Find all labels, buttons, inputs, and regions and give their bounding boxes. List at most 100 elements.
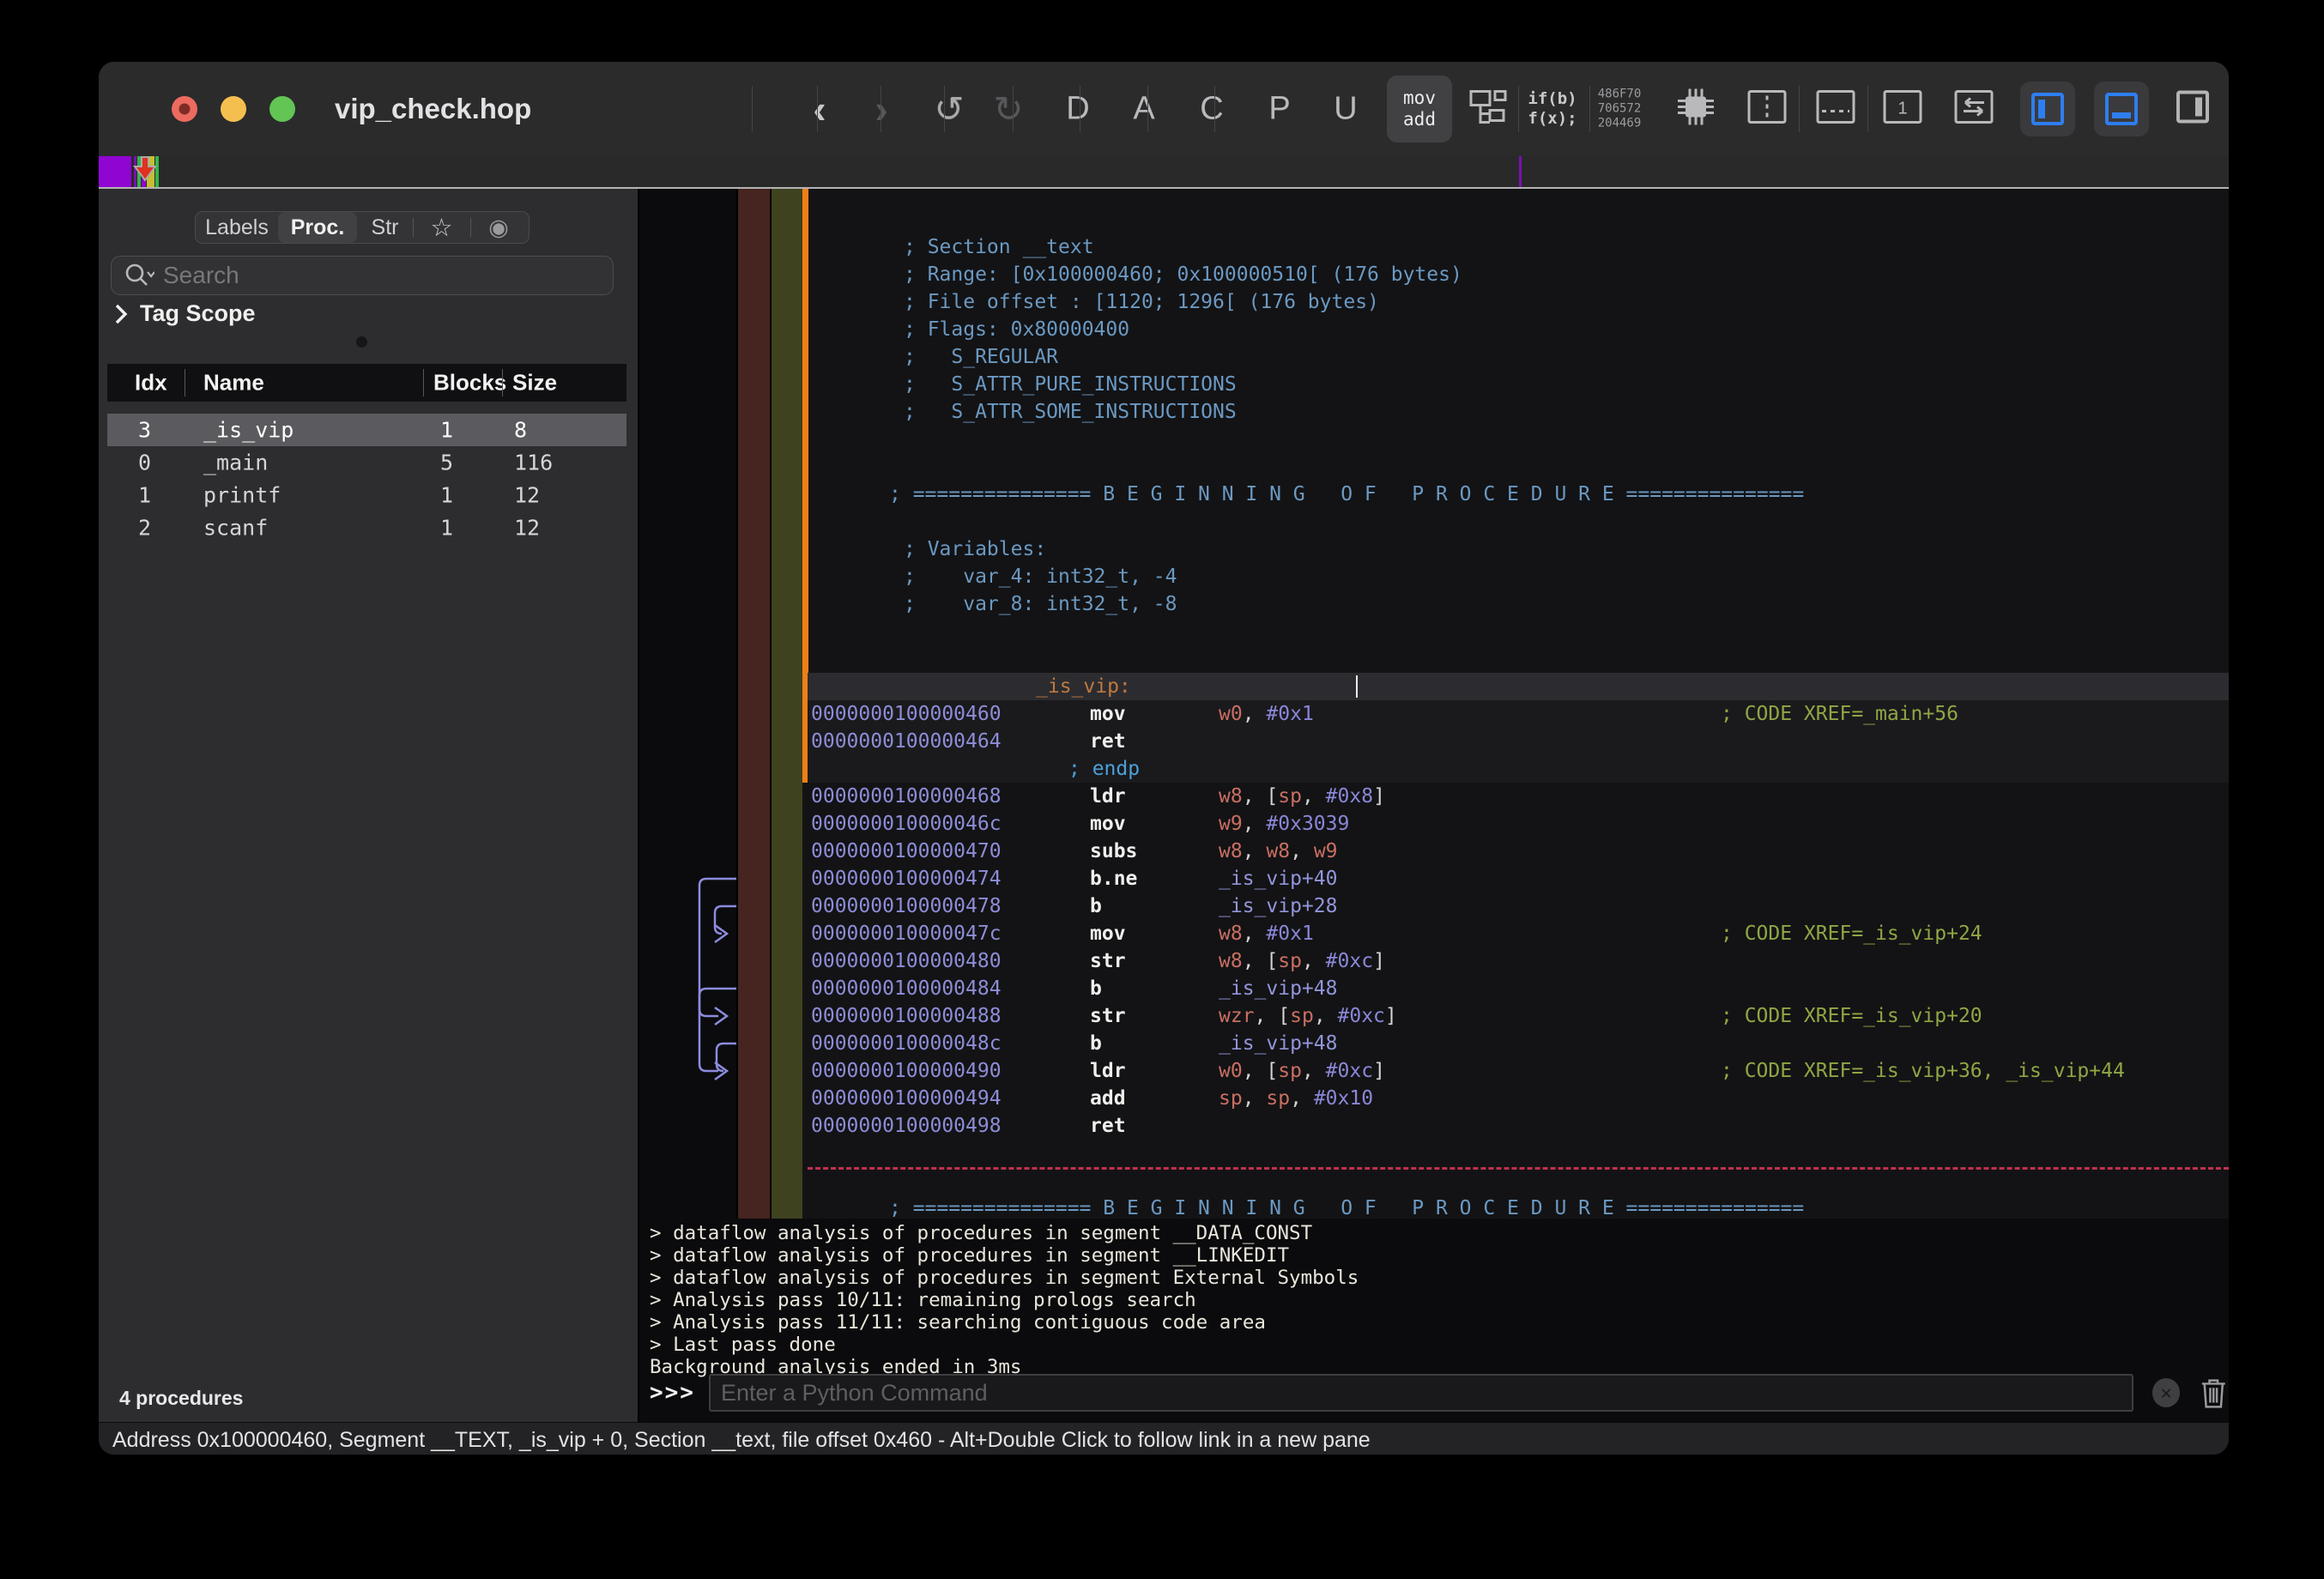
disassembly-pane[interactable]: ; Section __text; Range: [0x100000460; 0… (639, 189, 2229, 1219)
asm-blank-line[interactable] (808, 426, 2229, 453)
asm-line[interactable]: 0000000100000460movw0, #0x1; CODE XREF=_… (808, 700, 2229, 728)
asm-comment-line[interactable]: ; S_ATTR_PURE_INSTRUCTIONS (808, 371, 2229, 398)
hex-view-icon[interactable]: 486F70 706572 204469 (1598, 88, 1642, 131)
single-pane-icon[interactable]: 1 (1882, 89, 1923, 130)
navigate-forward-button[interactable]: › (875, 86, 887, 132)
asm-comment-line[interactable]: ; var_4: int32_t, -4 (808, 563, 2229, 590)
sidebar-resize-handle[interactable] (356, 336, 367, 348)
procedure-row-_is_vip[interactable]: 3_is_vip18 (107, 414, 626, 446)
console-line: > dataflow analysis of procedures in seg… (650, 1244, 1359, 1267)
split-horizontal-icon[interactable] (1815, 89, 1856, 130)
asm-comment-line[interactable]: ; Flags: 0x80000400 (808, 316, 2229, 343)
asm-line[interactable]: 0000000100000480strw8, [sp, #0xc] (808, 947, 2229, 975)
code-mode-button[interactable]: C (1200, 91, 1223, 128)
tab-labels[interactable]: Labels (196, 212, 278, 243)
cell-size: 116 (514, 451, 553, 475)
asm-blank-line[interactable] (808, 508, 2229, 535)
asm-line[interactable]: 000000010000048cb_is_vip+48 (808, 1030, 2229, 1057)
close-window-button[interactable] (172, 96, 197, 122)
toggle-right-sidebar-button[interactable] (2174, 88, 2212, 130)
sidebar-search[interactable] (111, 256, 614, 295)
asm-comment-line[interactable]: ; S_ATTR_SOME_INSTRUCTIONS (808, 398, 2229, 426)
status-text: Address 0x100000460, Segment __TEXT, _is… (112, 1428, 1371, 1453)
asm-line[interactable]: 0000000100000470subsw8, w8, w9 (808, 838, 2229, 865)
undo-button[interactable]: ↺ (934, 88, 964, 130)
tab-strings[interactable]: Str (357, 212, 413, 243)
undefine-mode-button[interactable]: U (1334, 91, 1357, 128)
cell-size: 12 (514, 483, 540, 508)
text-caret (1356, 675, 1358, 698)
asm-line[interactable]: 0000000100000498ret (808, 1112, 2229, 1140)
column-header-name[interactable]: Name (203, 370, 264, 396)
cell-name: printf (203, 483, 281, 508)
asm-blank-line[interactable] (808, 1167, 2229, 1195)
asm-line[interactable]: 0000000100000468ldrw8, [sp, #0x8] (808, 783, 2229, 810)
asm-line[interactable]: 0000000100000494addsp, sp, #0x10 (808, 1085, 2229, 1112)
asm-line[interactable]: 0000000100000474b.ne_is_vip+40 (808, 865, 2229, 892)
asm-line[interactable]: 0000000100000488strwzr, [sp, #0xc]; CODE… (808, 1002, 2229, 1030)
status-bar: Address 0x100000460, Segment __TEXT, _is… (99, 1422, 2229, 1455)
asm-blank-line[interactable] (808, 453, 2229, 481)
column-header-idx[interactable]: Idx (135, 370, 167, 396)
column-header-blocks[interactable]: Blocks (433, 370, 506, 396)
tab-record-icon[interactable]: ◉ (470, 212, 527, 243)
asm-comment-line[interactable]: ; endp (808, 755, 2229, 783)
asm-comment-line[interactable]: ; =============== B E G I N N I N G O F … (808, 481, 2229, 508)
navigation-bar[interactable] (99, 156, 2229, 189)
asm-comment-line[interactable]: ; Variables: (808, 535, 2229, 563)
cell-name: scanf (203, 516, 268, 541)
toggle-bottom-pane-button[interactable] (2094, 82, 2149, 136)
asm-line[interactable]: 0000000100000484b_is_vip+48 (808, 975, 2229, 1002)
clear-console-trash-icon[interactable] (2199, 1376, 2229, 1410)
asm-line[interactable]: 000000010000046cmovw9, #0x3039 (808, 810, 2229, 838)
tab-bookmarks-star-icon[interactable]: ☆ (413, 212, 470, 243)
asm-comment-line[interactable]: ; var_8: int32_t, -8 (808, 590, 2229, 618)
asm-blank-line[interactable] (808, 1140, 2229, 1167)
split-vertical-icon[interactable] (1746, 89, 1788, 130)
asm-line[interactable]: 0000000100000490ldrw0, [sp, #0xc]; CODE … (808, 1057, 2229, 1085)
cell-idx: 2 (138, 516, 151, 541)
segment-block (99, 156, 131, 187)
tag-scope-disclosure[interactable]: Tag Scope (114, 300, 256, 327)
column-header-size[interactable]: Size (512, 370, 557, 396)
asm-comment-line[interactable]: ; File offset : [1120; 1296[ (176 bytes) (808, 288, 2229, 316)
data-mode-button[interactable]: D (1066, 91, 1089, 128)
asm-comment-line[interactable]: ; Range: [0x100000460; 0x100000510[ (176… (808, 261, 2229, 288)
asm-label-line[interactable]: _is_vip: (808, 673, 2229, 700)
cpu-icon[interactable] (1673, 84, 1719, 135)
toggle-left-sidebar-button[interactable] (2020, 82, 2075, 136)
hopper-window: vip_check.hop ‹ › ↺ ↻ D A C P U mov add … (99, 62, 2229, 1455)
procedure-row-scanf[interactable]: 2scanf112 (107, 511, 626, 544)
python-prompt: >>> (650, 1380, 695, 1406)
zoom-window-button[interactable] (269, 96, 295, 122)
procedure-mode-button[interactable]: P (1268, 91, 1290, 128)
cfg-graph-icon[interactable] (1464, 85, 1509, 134)
asm-line[interactable]: 0000000100000464ret (808, 728, 2229, 755)
asm-comment-line[interactable]: ; Section __text (808, 233, 2229, 261)
tab-procedures[interactable]: Proc. (278, 212, 357, 243)
procedure-row-_main[interactable]: 0_main5116 (107, 446, 626, 479)
navigate-back-button[interactable]: ‹ (813, 86, 826, 132)
asm-line[interactable]: 0000000100000478b_is_vip+28 (808, 892, 2229, 920)
asm-blank-line[interactable] (808, 618, 2229, 645)
ascii-mode-button[interactable]: A (1133, 91, 1154, 128)
minimize-window-button[interactable] (221, 96, 246, 122)
redo-button[interactable]: ↻ (993, 88, 1023, 130)
asm-line[interactable]: 000000010000047cmovw8, #0x1; CODE XREF=_… (808, 920, 2229, 947)
branch-arrows (639, 189, 736, 1219)
procedures-table-header[interactable]: Idx Name Blocks Size (107, 364, 626, 402)
asm-blank-line[interactable] (808, 645, 2229, 673)
title-bar: vip_check.hop ‹ › ↺ ↻ D A C P U mov add … (99, 62, 2229, 156)
python-command-input[interactable] (709, 1374, 2133, 1412)
asm-comment-line[interactable]: ; S_REGULAR (808, 343, 2229, 371)
stop-script-button[interactable]: ✕ (2152, 1378, 2181, 1407)
swap-panes-icon[interactable] (1953, 89, 1994, 130)
search-input[interactable] (161, 261, 560, 290)
procedure-row-printf[interactable]: 1printf112 (107, 479, 626, 511)
console-line: > Analysis pass 10/11: remaining prologs… (650, 1289, 1359, 1311)
assembler-button[interactable]: mov add (1387, 76, 1452, 142)
segment-strip-maroon (736, 189, 770, 1219)
pseudocode-icon[interactable]: if(b) f(x); (1528, 89, 1577, 129)
asm-comment-line[interactable]: ; =============== B E G I N N I N G O F … (808, 1195, 2229, 1219)
nav-position-line (1519, 156, 1522, 187)
